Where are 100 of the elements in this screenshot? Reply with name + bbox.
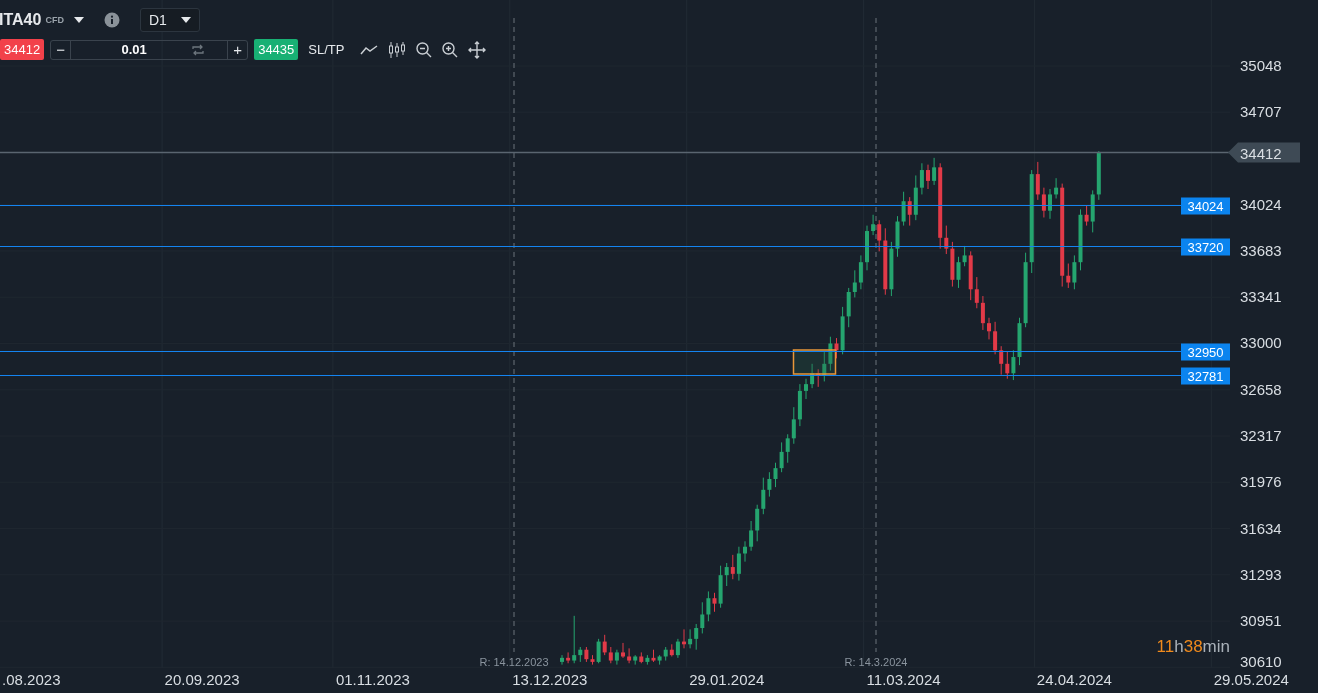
candlestick — [852, 269, 857, 298]
horizontal-line[interactable] — [0, 204, 1182, 207]
candlestick — [822, 351, 827, 382]
candlestick — [675, 638, 680, 659]
candlestick — [688, 628, 693, 649]
candlestick — [706, 590, 711, 622]
candlestick — [1048, 188, 1052, 220]
zoom-out-icon[interactable] — [416, 41, 433, 58]
caret-icon[interactable] — [73, 17, 84, 23]
candlestick — [1066, 263, 1071, 289]
candlestick — [944, 225, 949, 255]
price-axis-label: 31976 — [1240, 473, 1282, 491]
candlestick — [901, 191, 906, 227]
candlestick — [974, 276, 979, 309]
increase-button[interactable]: + — [227, 40, 248, 59]
candlestick — [871, 214, 876, 236]
horizontal-line[interactable] — [0, 374, 1182, 377]
price-axis-label: 30610 — [1240, 653, 1282, 670]
candlestick — [761, 477, 766, 515]
level-label: 34024 — [1181, 197, 1230, 215]
candlestick — [791, 406, 796, 445]
price-axis-label: 33341 — [1240, 288, 1282, 306]
candlestick — [810, 363, 815, 389]
candlestick — [785, 433, 790, 464]
date-axis-label: 29.01.2024 — [689, 671, 765, 688]
candlestick — [962, 245, 967, 267]
candlestick — [858, 254, 863, 290]
quantity-stepper[interactable]: − 0.01 + — [50, 39, 249, 60]
candlestick — [926, 164, 930, 190]
candlestick — [1011, 349, 1016, 381]
info-icon[interactable] — [103, 12, 120, 28]
date-axis-label: 24.04.2024 — [1036, 671, 1112, 688]
date-axis-label: 20.09.2023 — [164, 671, 240, 688]
price-axis-label: 33000 — [1240, 334, 1282, 352]
marker-label: R: 14.12.2023 — [479, 656, 549, 668]
candlestick — [755, 504, 760, 542]
candlestick — [919, 162, 924, 195]
candlestick — [767, 471, 772, 498]
price-axis-label: 31293 — [1240, 565, 1282, 583]
candlestick — [956, 256, 961, 289]
swap-icon[interactable] — [191, 43, 206, 56]
price-axis-label: 33683 — [1240, 241, 1282, 259]
decrease-button[interactable]: − — [51, 40, 72, 59]
price-axis-label: 35048 — [1240, 57, 1282, 74]
date-axis-label: 29.05.2024 — [1213, 671, 1289, 688]
price-axis-label: 32317 — [1240, 427, 1282, 445]
candlestick — [602, 634, 607, 656]
date-axis-label: .08.2023 — [2, 671, 61, 688]
candlestick — [627, 647, 632, 664]
zoom-in-icon[interactable] — [442, 41, 459, 58]
candlestick-icon[interactable] — [388, 40, 407, 59]
candlestick — [1084, 204, 1089, 227]
price-axis-label: 30951 — [1240, 612, 1282, 630]
candlestick — [743, 540, 747, 563]
candlestick — [621, 642, 625, 659]
candlestick — [712, 592, 717, 613]
candlestick — [596, 638, 601, 664]
price-axis-label: 32658 — [1240, 380, 1282, 398]
candlestick — [1072, 254, 1077, 290]
caret-icon — [180, 17, 191, 23]
line-chart-icon[interactable] — [360, 44, 379, 55]
candlestick — [773, 462, 778, 488]
sell-price-button[interactable]: 34412 — [0, 39, 45, 60]
candlestick — [999, 345, 1004, 376]
level-label: 32781 — [1181, 367, 1230, 385]
move-icon[interactable] — [468, 40, 487, 59]
candlestick — [993, 321, 998, 355]
sl-tp-button[interactable]: SL/TP — [308, 42, 345, 57]
date-axis-label: 13.12.2023 — [512, 671, 588, 688]
candlestick — [987, 317, 991, 340]
current-price-tag: 34412 — [1228, 142, 1300, 163]
price-axis-label: 34024 — [1240, 195, 1282, 213]
candlestick — [1041, 187, 1046, 218]
marker-label: R: 14.3.2024 — [844, 656, 908, 668]
candlestick — [877, 219, 882, 252]
candlestick — [700, 601, 705, 634]
timeframe-dropdown[interactable]: D1 — [139, 8, 200, 32]
quantity-field[interactable]: 0.01 — [71, 42, 198, 57]
candlestick — [730, 554, 735, 580]
level-label: 33720 — [1181, 238, 1230, 256]
candlestick — [932, 157, 937, 186]
candlestick — [828, 336, 833, 372]
candlestick — [779, 441, 784, 473]
candlestick — [572, 615, 577, 664]
horizontal-line[interactable] — [0, 245, 1182, 248]
horizontal-line[interactable] — [0, 350, 1182, 353]
candlestick — [804, 378, 808, 400]
candlestick — [724, 562, 729, 587]
candlestick — [560, 654, 564, 666]
price-axis-label: 31634 — [1240, 519, 1282, 537]
candle-countdown: 11h38min — [1156, 637, 1230, 656]
candlestick — [980, 295, 985, 331]
candlestick — [749, 520, 754, 552]
candlestick — [566, 651, 571, 664]
candlestick — [907, 196, 912, 227]
symbol-name[interactable]: ITA40 — [0, 11, 42, 29]
date-axis-label: 11.03.2024 — [866, 671, 941, 688]
candlestick — [1035, 161, 1040, 201]
price-axis-label: 34707 — [1240, 103, 1282, 121]
selection-rectangle[interactable] — [792, 349, 837, 375]
